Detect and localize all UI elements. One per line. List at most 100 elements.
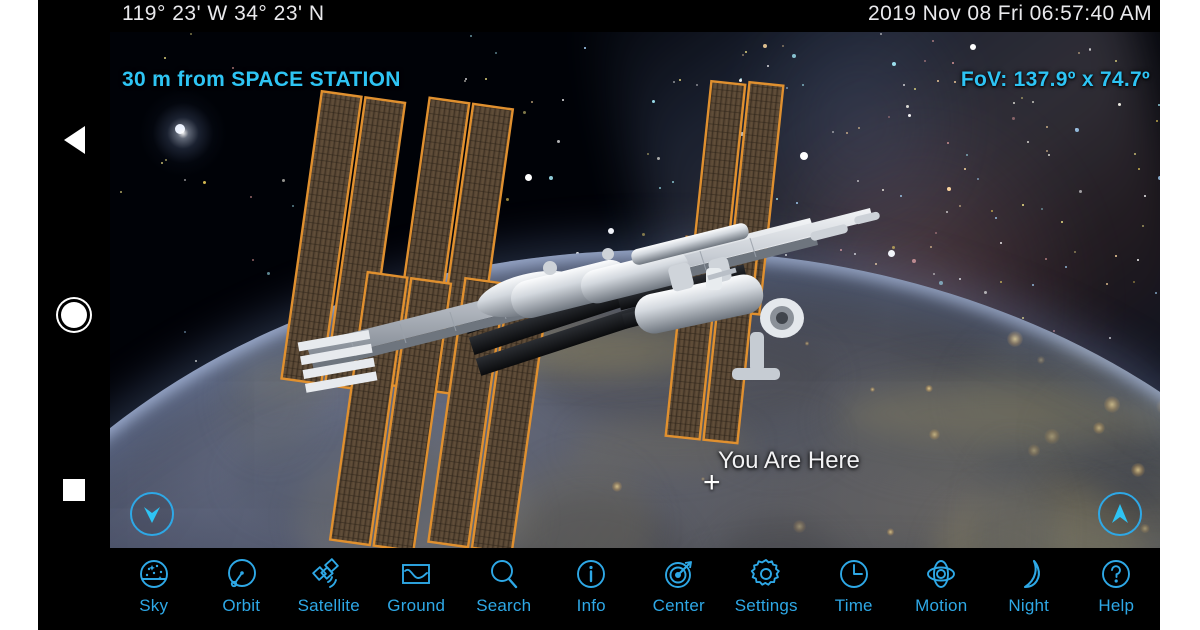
star [1064,265,1067,268]
star [335,186,338,189]
star [457,237,460,239]
star [561,98,564,101]
ground-horizon-icon [396,554,436,594]
star [659,243,662,246]
star [715,207,717,210]
star [454,239,457,242]
satellite-icon [309,554,349,594]
star [119,190,122,193]
toolbar-item-time[interactable]: Time [810,548,898,630]
star [505,197,509,201]
you-are-here-crosshair-icon: + [703,466,721,499]
star [712,168,715,171]
moon-icon [1009,554,1049,594]
star [907,114,911,118]
home-button[interactable] [38,285,110,345]
star [763,43,768,48]
look-up-button[interactable] [1098,492,1142,536]
gear-icon [746,554,786,594]
info-circle-icon [571,554,611,594]
star [1137,258,1140,261]
star [931,39,934,42]
toolbar-label: Ground [387,596,446,615]
toolbar-item-ground[interactable]: Ground [373,548,461,630]
city-light [925,385,933,393]
star [1074,251,1076,253]
star [746,218,749,220]
star [924,60,927,63]
star [881,188,884,191]
recents-square-icon [63,479,85,501]
star [784,253,787,256]
toolbar-item-night[interactable]: Night [985,548,1073,630]
star [485,77,488,80]
terrain-feature [707,518,854,548]
bright-star [525,174,532,181]
star [965,153,968,156]
star [1075,128,1080,132]
star [530,100,533,103]
star [1032,100,1035,103]
you-are-here-label: You Are Here [718,447,860,474]
star [934,232,937,235]
star [282,178,286,182]
star [857,179,860,182]
toolbar-label: Satellite [297,596,360,615]
star [959,277,961,280]
star [781,45,784,48]
toolbar-item-motion[interactable]: Motion [898,548,986,630]
navigation-up-arrow-icon [1112,504,1128,523]
toolbar-item-search[interactable]: Search [460,548,548,630]
terrain-feature [527,325,718,378]
toolbar-item-satellite[interactable]: Satellite [285,548,373,630]
star [1133,281,1136,284]
star [792,53,797,58]
star [1077,52,1080,55]
star [522,110,526,114]
recents-button[interactable] [38,460,110,520]
star [470,34,473,37]
app-window: 119° 23' W 34° 23' N 2019 Nov 08 Fri 06:… [110,0,1160,630]
toolbar-label: Time [834,596,873,615]
toolbar-item-settings[interactable]: Settings [723,548,811,630]
star [1088,47,1091,50]
city-light [886,528,895,536]
star [999,241,1002,244]
terrain-feature [515,458,653,548]
back-triangle-icon [63,126,85,154]
star [291,205,294,208]
star [952,62,955,65]
terrain-feature [224,340,319,458]
star [1047,154,1050,156]
toolbar-item-help[interactable]: Help [1073,548,1161,630]
star [946,210,949,213]
star [301,298,304,301]
back-button[interactable] [38,110,110,170]
star [995,217,998,219]
star [549,176,554,181]
toolbar-label: Night [1008,596,1050,615]
toolbar-item-info[interactable]: Info [548,548,636,630]
toolbar-item-sky[interactable]: Sky [110,548,198,630]
star [1027,141,1030,144]
chevron-down-arrow-icon [144,507,160,523]
star [1046,125,1049,128]
toolbar-item-center[interactable]: Center [635,548,723,630]
star [740,131,745,136]
bottom-toolbar: Sky Orbit Satellite Ground Search Info C… [110,548,1160,630]
city-light [611,481,623,492]
toolbar-item-orbit[interactable]: Orbit [198,548,286,630]
star [557,140,560,143]
star [190,33,193,36]
sky-view-canvas[interactable]: 30 m from SPACE STATION FoV: 137.9º x 74… [110,32,1160,548]
look-down-button[interactable] [130,492,174,536]
sky-dome-stars-icon [134,554,174,594]
star [756,95,759,98]
star [758,118,761,120]
city-light [1131,462,1146,477]
star [875,263,878,266]
motion-sphere-icon [921,554,961,594]
star [584,47,587,50]
toolbar-label: Help [1098,596,1135,615]
star [822,231,825,234]
